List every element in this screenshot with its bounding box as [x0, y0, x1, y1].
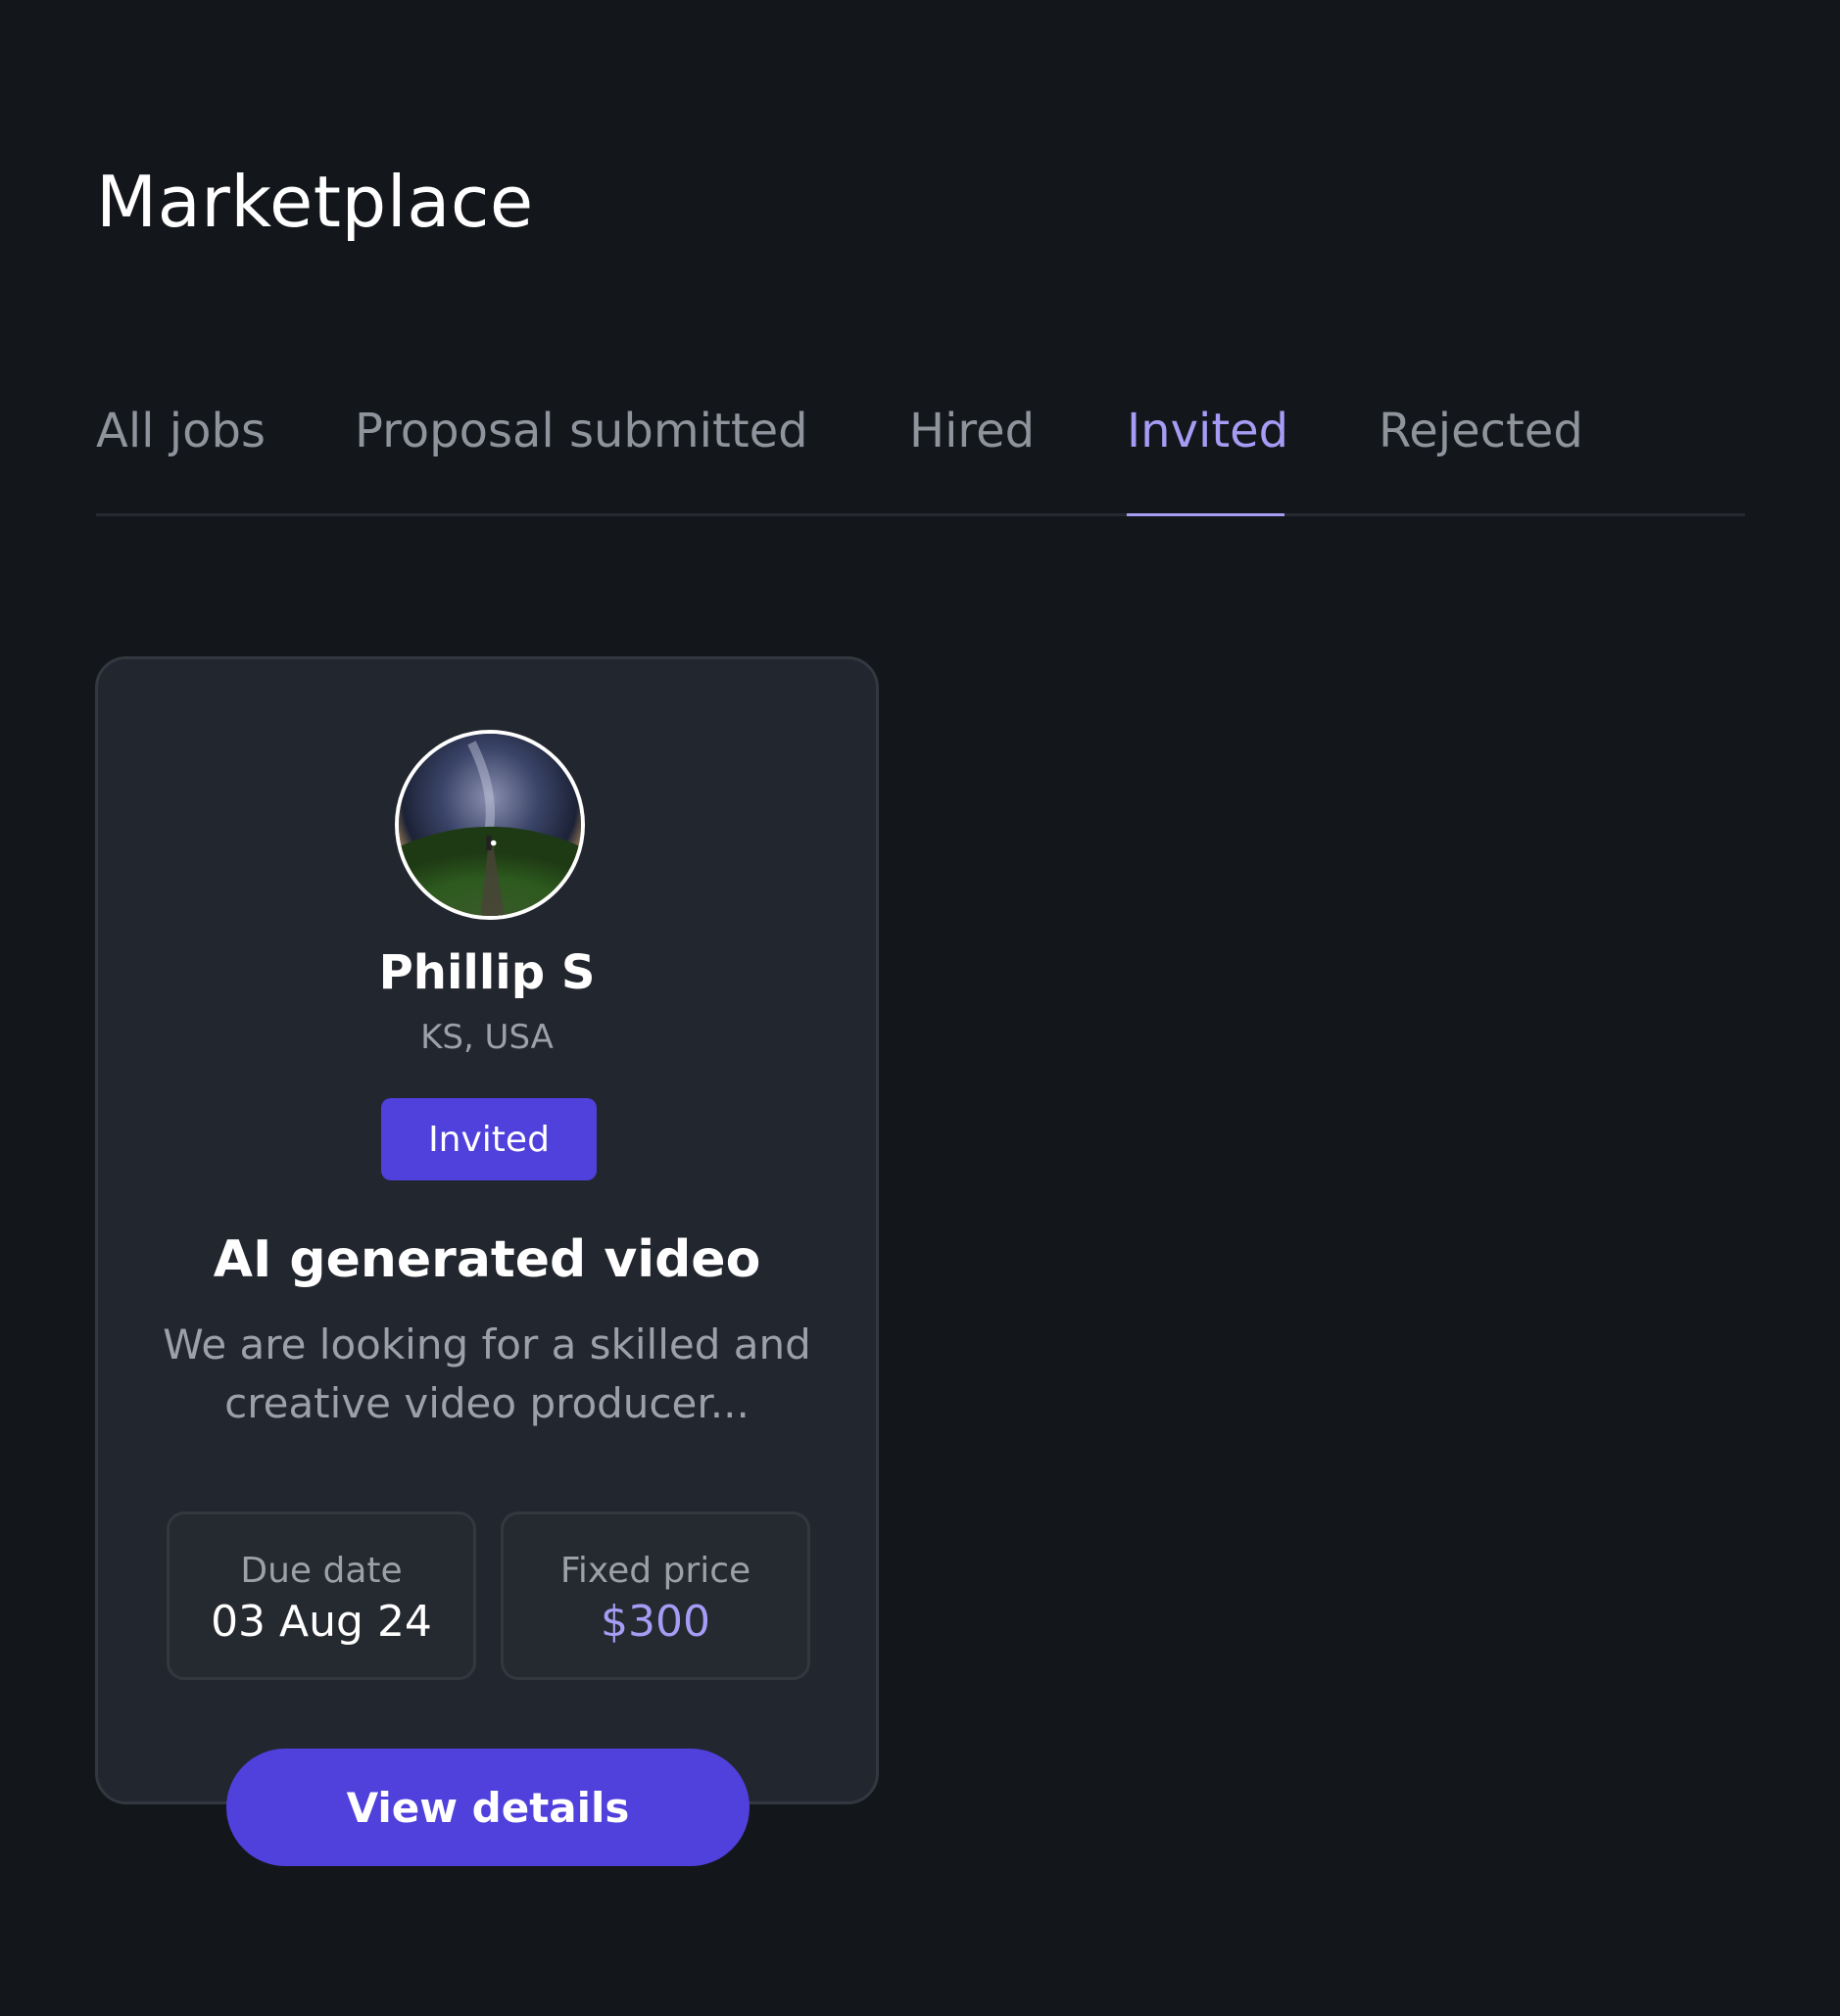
view-details-button[interactable]: View details [226, 1749, 750, 1866]
avatar [395, 730, 585, 920]
due-date-value: 03 Aug 24 [211, 1597, 432, 1647]
fixed-price-value: $300 [601, 1597, 710, 1647]
tab-bar: All jobs Proposal submitted Hired Invite… [96, 392, 1745, 516]
due-date-label: Due date [240, 1551, 403, 1591]
job-description: We are looking for a skilled and creativ… [163, 1320, 811, 1427]
job-card: Phillip S KS, USA Invited AI generated v… [95, 656, 879, 1804]
fixed-price-box: Fixed price $300 [501, 1512, 810, 1680]
page-title: Marketplace [96, 161, 534, 243]
user-avatar-photo-icon [399, 734, 581, 916]
tab-hired[interactable]: Hired [909, 404, 1035, 460]
tab-all-jobs[interactable]: All jobs [96, 404, 266, 460]
tab-proposal-submitted[interactable]: Proposal submitted [355, 404, 808, 460]
job-title: AI generated video [213, 1230, 761, 1289]
marketplace-page: Marketplace All jobs Proposal submitted … [0, 0, 1840, 2016]
tab-invited[interactable]: Invited [1127, 404, 1288, 460]
user-name: Phillip S [378, 945, 596, 1000]
fixed-price-label: Fixed price [559, 1551, 751, 1591]
tab-rejected[interactable]: Rejected [1379, 404, 1583, 460]
due-date-box: Due date 03 Aug 24 [167, 1512, 476, 1680]
active-tab-indicator [1127, 513, 1284, 516]
user-location: KS, USA [420, 1018, 554, 1057]
status-badge: Invited [381, 1098, 597, 1180]
